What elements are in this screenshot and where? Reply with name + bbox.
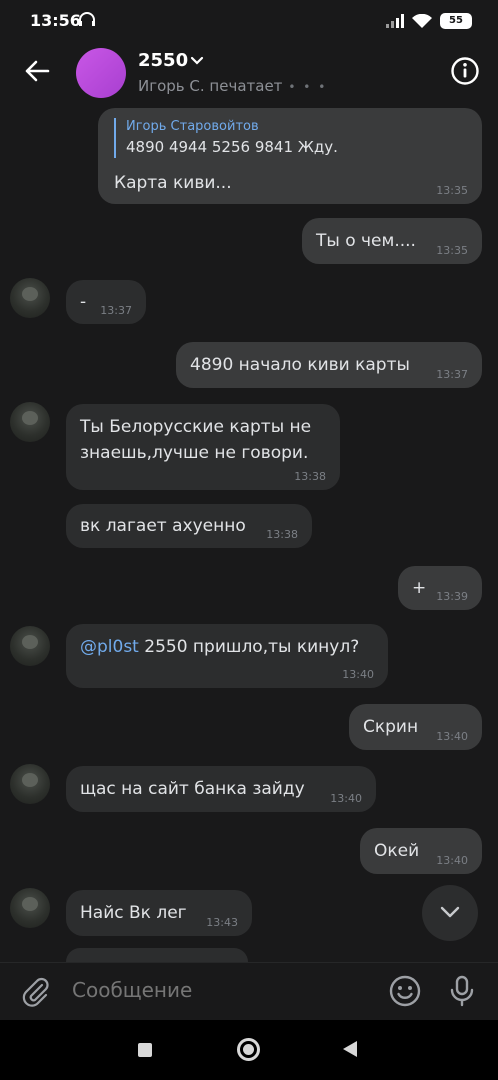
chat-header: 2550 Игорь С. печатает • • •	[0, 44, 498, 104]
message-bubble-incoming[interactable]: - 13:37	[66, 280, 146, 324]
message-bubble-incoming[interactable]: @pl0st 2550 пришло,ты кинул? 13:40	[66, 624, 388, 688]
message-time: 13:40	[436, 854, 468, 867]
message-time: 13:35	[436, 184, 468, 197]
user-avatar[interactable]	[10, 888, 50, 928]
back-arrow-icon[interactable]	[20, 54, 54, 88]
chat-title[interactable]: 2550	[138, 50, 188, 71]
message-bubble-incoming[interactable]: Ты Белорусские карты не знаешь,лучше не …	[66, 404, 340, 490]
battery-icon: 55	[440, 13, 472, 29]
back-triangle-icon[interactable]	[343, 1041, 357, 1057]
reply-text: 4890 4944 5256 9841 Жду.	[126, 138, 338, 156]
message-time: 13:37	[436, 368, 468, 381]
headphones-icon	[79, 12, 95, 26]
typing-status-text: Игорь С. печатает	[138, 77, 283, 95]
message-bubble-incoming[interactable]: Найс Вк лег 13:43	[66, 890, 252, 936]
system-nav-bar	[0, 1020, 498, 1080]
message-time: 13:38	[266, 528, 298, 541]
message-time: 13:37	[100, 304, 132, 317]
typing-status: Игорь С. печатает • • •	[138, 77, 327, 95]
typing-dots: • • •	[288, 79, 328, 94]
smile-icon[interactable]	[388, 974, 422, 1008]
message-bubble-outgoing[interactable]: 4890 начало киви карты 13:37	[176, 342, 482, 388]
message-bubble-incoming-partial[interactable]	[66, 948, 248, 962]
message-time: 13:40	[436, 730, 468, 743]
chevron-down-icon	[440, 906, 460, 918]
home-circle-icon[interactable]	[237, 1038, 260, 1061]
info-icon[interactable]	[450, 56, 480, 86]
message-time: 13:40	[342, 668, 374, 681]
microphone-icon[interactable]	[446, 974, 478, 1008]
reply-quote[interactable]: Игорь Старовойтов 4890 4944 5256 9841 Жд…	[114, 118, 338, 158]
message-text: @pl0st 2550 пришло,ты кинул?	[80, 634, 388, 660]
message-text-rest: 2550 пришло,ты кинул?	[138, 637, 360, 657]
message-text: Карта киви...	[114, 173, 232, 193]
message-text-line: знаешь,лучше не говори.	[80, 443, 309, 463]
message-time: 13:39	[436, 590, 468, 603]
chevron-down-icon[interactable]	[190, 56, 204, 66]
status-bar: 13:56 55	[0, 0, 498, 44]
status-icons: 55	[386, 12, 472, 30]
chat-avatar[interactable]	[76, 48, 126, 98]
user-avatar[interactable]	[10, 626, 50, 666]
message-bubble-incoming[interactable]: вк лагает ахуенно 13:38	[66, 504, 312, 548]
wifi-icon	[412, 13, 432, 28]
signal-icon	[386, 14, 404, 28]
message-bubble-outgoing[interactable]: + 13:39	[398, 566, 482, 610]
status-time: 13:56	[30, 11, 81, 30]
user-avatar[interactable]	[10, 764, 50, 804]
user-mention-link[interactable]: @pl0st	[80, 637, 139, 657]
message-bubble-incoming[interactable]: щас на сайт банка зайду 13:40	[66, 766, 376, 812]
message-time: 13:38	[294, 470, 326, 483]
message-time: 13:43	[206, 916, 238, 929]
reply-author: Игорь Старовойтов	[126, 119, 259, 134]
message-bubble-outgoing[interactable]: Окей 13:40	[360, 828, 482, 874]
message-text-line: Ты Белорусские карты не	[80, 417, 312, 437]
message-bubble-outgoing[interactable]: Ты о чем.... 13:35	[302, 218, 482, 264]
message-time: 13:35	[436, 244, 468, 257]
message-input[interactable]	[72, 978, 372, 1002]
user-avatar[interactable]	[10, 278, 50, 318]
message-time: 13:40	[330, 792, 362, 805]
message-composer	[0, 962, 498, 1020]
recents-square-icon[interactable]	[138, 1043, 152, 1057]
paperclip-icon[interactable]	[20, 976, 52, 1008]
user-avatar[interactable]	[10, 402, 50, 442]
message-bubble-outgoing[interactable]: Скрин 13:40	[349, 704, 482, 750]
scroll-to-bottom-button[interactable]	[422, 885, 478, 941]
message-bubble-outgoing[interactable]: Игорь Старовойтов 4890 4944 5256 9841 Жд…	[98, 108, 482, 204]
